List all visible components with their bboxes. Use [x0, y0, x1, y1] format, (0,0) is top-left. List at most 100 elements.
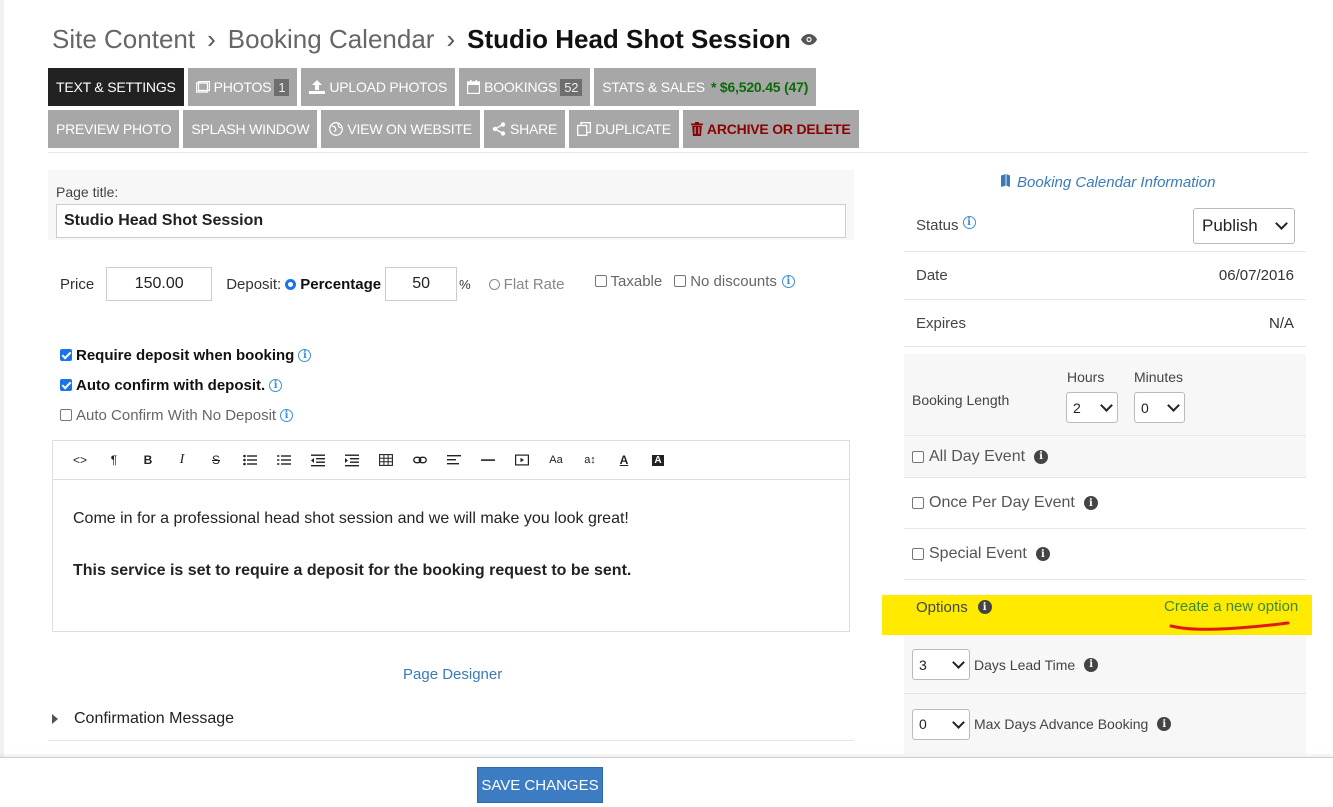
info-icon[interactable]: i	[1034, 449, 1049, 464]
hours-select[interactable]: 2	[1066, 392, 1118, 423]
editor-toolbar: <> ¶ B I S Aa a↕ A A	[53, 441, 849, 480]
copy-icon	[577, 122, 592, 136]
view-on-website-button[interactable]: VIEW ON WEBSITE	[321, 110, 480, 148]
once-per-day-event-row[interactable]: Once Per Day Event i	[904, 478, 1306, 529]
special-event-checkbox[interactable]	[912, 548, 924, 560]
auto-confirm-deposit-option[interactable]: Auto confirm with deposit. i	[60, 370, 311, 400]
editor-content[interactable]: Come in for a professional head shot ses…	[53, 480, 849, 644]
no-discounts-label: No discounts	[690, 272, 777, 290]
tab-label: DUPLICATE	[595, 121, 671, 137]
auto-confirm-no-deposit-option[interactable]: Auto Confirm With No Deposit i	[60, 400, 311, 430]
background-color-icon[interactable]: A	[641, 448, 675, 472]
percentage-label: Percentage	[300, 275, 382, 293]
info-icon[interactable]: i	[298, 348, 312, 362]
lead-time-label: Days Lead Time	[974, 656, 1076, 673]
price-input[interactable]	[106, 267, 213, 301]
page-designer-link[interactable]: Page Designer	[403, 666, 502, 683]
auto-confirm-no-deposit-checkbox[interactable]	[60, 409, 72, 421]
splash-window-button[interactable]: SPLASH WINDOW	[183, 110, 318, 148]
video-icon[interactable]	[505, 448, 539, 472]
info-icon[interactable]: i	[1035, 547, 1050, 561]
booking-calendar-info-link[interactable]: Booking Calendar Information	[1000, 174, 1215, 191]
page-title-section: Page title:	[48, 170, 854, 240]
archive-delete-button[interactable]: ARCHIVE OR DELETE	[682, 110, 859, 148]
no-discounts-checkbox[interactable]	[674, 275, 687, 287]
require-deposit-option[interactable]: Require deposit when booking i	[60, 340, 312, 370]
info-icon[interactable]: i	[280, 408, 294, 422]
photos-icon	[195, 81, 210, 93]
info-icon[interactable]: i	[1157, 717, 1172, 731]
strikethrough-icon[interactable]: S	[199, 448, 233, 472]
info-icon[interactable]: i	[962, 216, 976, 229]
lead-time-select[interactable]: 3	[912, 649, 970, 680]
tab-stats-sales[interactable]: STATS & SALES * $6,520.45 (47)	[594, 68, 817, 106]
info-icon[interactable]: i	[269, 378, 283, 392]
divider	[48, 740, 854, 741]
tab-label: SPLASH WINDOW	[191, 121, 310, 137]
page-title-box: Page title:	[48, 170, 854, 240]
percentage-radio-group[interactable]: Percentage	[285, 276, 381, 293]
line-height-icon[interactable]: a↕	[573, 448, 607, 472]
info-icon[interactable]: i	[781, 274, 795, 288]
editor-paragraph: This service is set to require a deposit…	[73, 562, 632, 579]
font-size-icon[interactable]: Aa	[539, 448, 573, 472]
page-title-input[interactable]	[56, 204, 846, 238]
percentage-input[interactable]	[385, 267, 458, 301]
max-days-select-value: 0	[919, 716, 927, 732]
percentage-radio[interactable]	[285, 278, 297, 290]
minutes-select[interactable]: 0	[1134, 392, 1185, 423]
bold-icon[interactable]: B	[131, 448, 165, 472]
deposit-options: Require deposit when booking i Auto conf…	[60, 340, 312, 430]
paragraph-icon[interactable]: ¶	[97, 448, 131, 472]
once-per-day-event-label: Once Per Day Event	[929, 494, 1075, 511]
rich-text-editor: <> ¶ B I S Aa a↕ A A Come in for a profe…	[52, 440, 850, 632]
confirmation-message-label: Confirmation Message	[74, 710, 235, 727]
info-icon[interactable]: i	[1083, 496, 1098, 510]
all-day-event-checkbox[interactable]	[912, 450, 924, 463]
footer-bar	[0, 757, 1333, 807]
tab-photos[interactable]: PHOTOS 1	[187, 68, 298, 106]
outdent-icon[interactable]	[301, 448, 335, 472]
status-select[interactable]: Publish	[1193, 207, 1295, 244]
all-day-event-row[interactable]: All Day Event i	[904, 436, 1306, 478]
auto-confirm-deposit-checkbox[interactable]	[60, 379, 72, 391]
confirmation-message-toggle[interactable]: Confirmation Message	[52, 706, 234, 732]
share-icon	[492, 122, 506, 136]
eye-icon[interactable]	[800, 33, 817, 45]
flat-rate-radio-group[interactable]: Flat Rate	[488, 276, 565, 293]
taxable-checkbox[interactable]	[594, 275, 607, 287]
special-event-row[interactable]: Special Event i	[904, 529, 1306, 580]
align-left-icon[interactable]	[437, 448, 471, 472]
duplicate-button[interactable]: DUPLICATE	[569, 110, 679, 148]
max-days-select[interactable]: 0	[912, 708, 970, 740]
options-row: Options i	[916, 598, 992, 616]
link-icon[interactable]	[403, 448, 437, 472]
breadcrumb-site-content[interactable]: Site Content	[52, 24, 195, 55]
italic-icon[interactable]: I	[165, 448, 199, 472]
tab-bookings[interactable]: BOOKINGS 52	[459, 68, 591, 106]
numbered-list-icon[interactable]	[267, 448, 301, 472]
once-per-day-event-checkbox[interactable]	[912, 497, 924, 509]
breadcrumb-booking-calendar[interactable]: Booking Calendar	[228, 24, 435, 55]
require-deposit-checkbox[interactable]	[60, 349, 72, 361]
taxable-checkbox-group[interactable]: Taxable	[594, 273, 662, 290]
expires-row: Expires N/A	[904, 300, 1306, 347]
lead-time-select-value: 3	[919, 656, 927, 673]
bullet-list-icon[interactable]	[233, 448, 267, 472]
code-view-icon[interactable]: <>	[63, 448, 97, 472]
info-icon[interactable]: i	[977, 600, 992, 614]
indent-icon[interactable]	[335, 448, 369, 472]
share-button[interactable]: SHARE	[483, 110, 566, 148]
save-changes-button[interactable]: SAVE CHANGES	[477, 767, 603, 803]
preview-photo-button[interactable]: PREVIEW PHOTO	[48, 110, 180, 148]
info-icon[interactable]: i	[1084, 657, 1099, 672]
no-discounts-checkbox-group[interactable]: No discounts i	[674, 273, 795, 290]
tab-upload-photos[interactable]: UPLOAD PHOTOS	[301, 68, 456, 106]
horizontal-rule-icon[interactable]	[471, 448, 505, 472]
text-color-icon[interactable]: A	[607, 448, 641, 472]
table-icon[interactable]	[369, 448, 403, 472]
flat-rate-radio[interactable]	[488, 278, 500, 290]
tab-text-settings[interactable]: TEXT & SETTINGS	[48, 68, 184, 106]
create-option-link[interactable]: Create a new option	[1164, 598, 1298, 615]
chevron-right-icon: ›	[446, 23, 456, 54]
